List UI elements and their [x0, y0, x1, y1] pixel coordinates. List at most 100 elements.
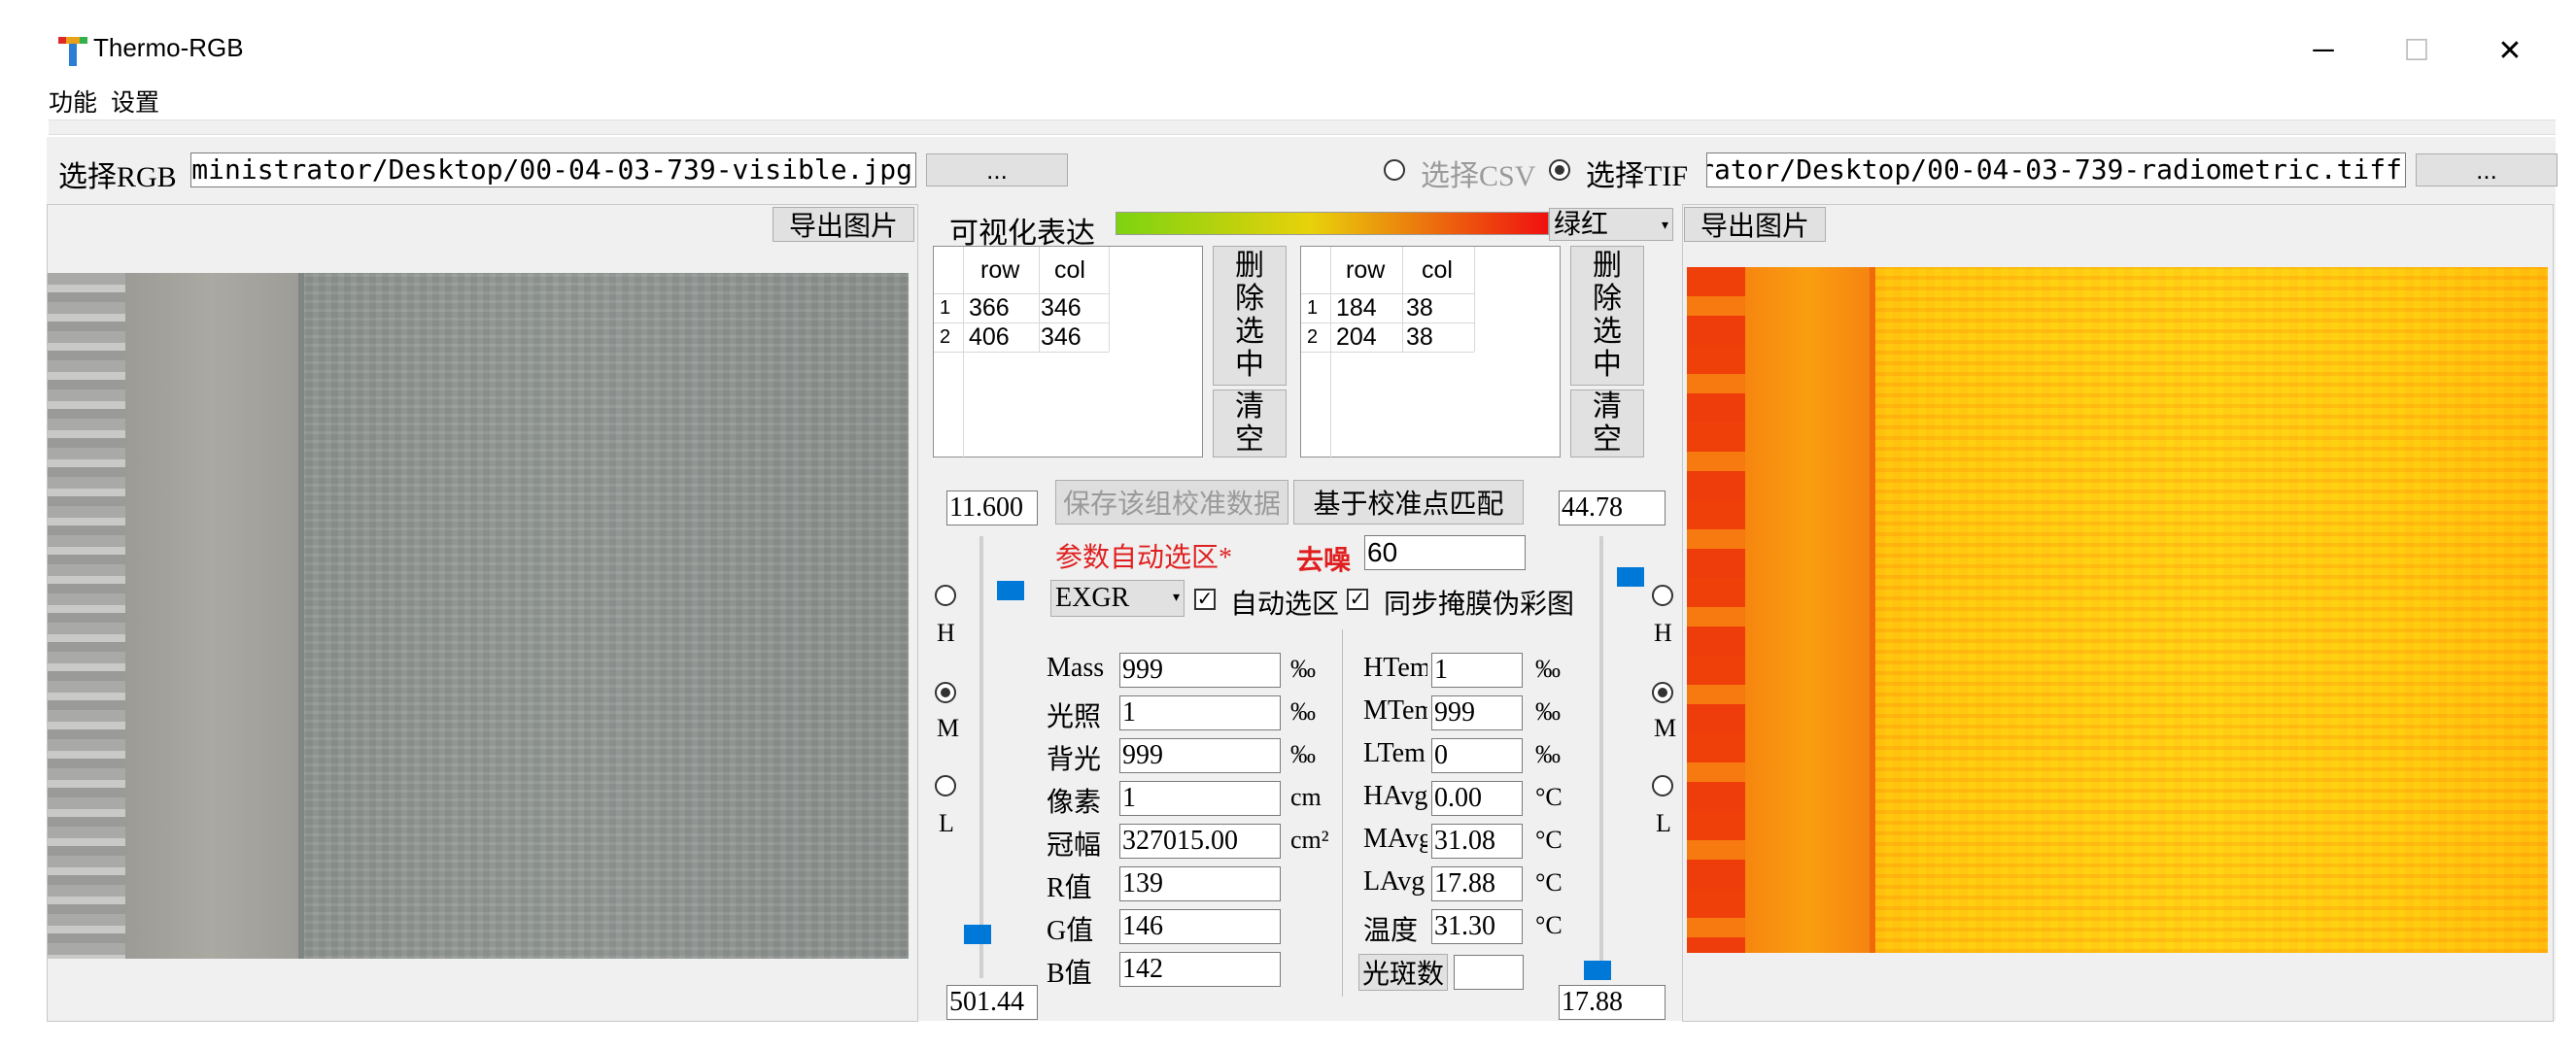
select-tif-radio[interactable] [1549, 159, 1570, 181]
params_right-label: LAvg [1363, 866, 1425, 897]
rgb-table-header-row: row [980, 256, 1020, 284]
right-radio-m[interactable] [1652, 682, 1673, 703]
maximize-button[interactable]: ☐ [2383, 29, 2451, 72]
params_right-unit: ‰ [1535, 655, 1561, 683]
params_left-unit: ‰ [1290, 655, 1316, 683]
match-calibration-button[interactable]: 基于校准点匹配 [1293, 480, 1524, 525]
params_left-unit: cm² [1290, 826, 1329, 854]
rgb-browse-button[interactable]: ... [926, 153, 1068, 186]
save-calibration-button[interactable]: 保存该组校准数据 [1055, 480, 1288, 525]
auto-select-checkbox[interactable]: ✓ [1194, 589, 1216, 610]
left-slider-lower-thumb[interactable] [964, 925, 991, 945]
select-rgb-label: 选择RGB [58, 161, 177, 193]
tif-browse-button[interactable]: ... [2416, 153, 2558, 186]
left-upper-value[interactable]: 11.600 [946, 491, 1038, 525]
rgb-row-1-col: 346 [1041, 294, 1082, 322]
params_right-unit: ‰ [1535, 697, 1561, 726]
export-rgb-button[interactable]: 导出图片 [773, 207, 914, 242]
left-radio-l[interactable] [935, 775, 956, 796]
params_right-unit: °C [1535, 868, 1563, 897]
rgb-row-2-col: 346 [1041, 323, 1082, 351]
params_left-input[interactable]: 327015.00 [1119, 824, 1281, 859]
left-slider-upper-thumb[interactable] [997, 580, 1024, 600]
params_left-input[interactable]: 1 [1119, 695, 1281, 730]
select-csv-radio[interactable] [1384, 159, 1405, 181]
minimize-button[interactable]: ─ [2289, 29, 2357, 72]
menu-item-settings[interactable]: 设置 [111, 84, 159, 117]
right-upper-value[interactable]: 44.78 [1559, 491, 1666, 525]
right-slider-lower-thumb[interactable] [1584, 960, 1611, 980]
rgb-image[interactable] [48, 273, 909, 959]
params_left-label: 冠幅 [1047, 830, 1102, 861]
params_left-input[interactable]: 999 [1119, 738, 1281, 773]
left-lower-value[interactable]: 501.44 [946, 985, 1038, 1020]
rgb-points-table[interactable]: row col 1 366 346 2 406 346 [933, 246, 1203, 458]
menu-item-functions[interactable]: 功能 [49, 84, 97, 117]
export-thermal-button[interactable]: 导出图片 [1684, 207, 1826, 242]
rgb-clear-button[interactable]: 清 空 [1213, 390, 1287, 457]
tif-points-table[interactable]: row col 1 184 38 2 204 38 [1300, 246, 1561, 458]
clear-char: 清 [1235, 390, 1264, 423]
tif-path-text: C:/Users/Administrator/Desktop/00-04-03-… [1707, 153, 2402, 186]
params_left-input[interactable]: 999 [1119, 653, 1281, 688]
spot-count-input[interactable] [1454, 955, 1524, 990]
left-radio-m[interactable] [935, 682, 956, 703]
right-radio-l-label: L [1656, 809, 1671, 837]
params_right-input[interactable]: 17.88 [1431, 866, 1523, 901]
clear-char: 清 [1593, 390, 1622, 423]
close-button[interactable]: ✕ [2476, 29, 2544, 72]
params_right-label: HTem [1363, 653, 1427, 683]
left-slider-track[interactable] [979, 536, 983, 978]
rgb-delete-selected-button[interactable]: 删 除 选 中 [1213, 246, 1287, 386]
tif-row-1-col: 38 [1406, 294, 1433, 322]
menu-bar: 功能 设置 [49, 84, 159, 117]
select-csv-label: 选择CSV [1421, 160, 1536, 192]
left-radio-h[interactable] [935, 585, 956, 606]
tif-delete-selected-button[interactable]: 删 除 选 中 [1570, 246, 1644, 386]
params_right-input[interactable]: 31.08 [1431, 824, 1523, 859]
auto-select-label: 自动选区 [1230, 589, 1340, 619]
params_left-input[interactable]: 146 [1119, 909, 1281, 944]
params_right-input[interactable]: 0.00 [1431, 781, 1523, 816]
tif-clear-button[interactable]: 清 空 [1570, 390, 1644, 457]
params_right-unit: ‰ [1535, 740, 1561, 768]
right-radio-l[interactable] [1652, 775, 1673, 796]
denoise-input[interactable]: 60 [1364, 535, 1526, 570]
params_left-label: 背光 [1047, 745, 1102, 775]
params_left-input[interactable]: 142 [1119, 952, 1281, 987]
rgb-table-header-col: col [1054, 256, 1085, 284]
index-select[interactable]: EXGR ▾ [1050, 580, 1185, 617]
params_right-input[interactable]: 31.30 [1431, 909, 1523, 944]
params_left-label: Mass [1047, 653, 1105, 683]
params_left-label: R值 [1047, 873, 1092, 903]
sync-mask-checkbox[interactable]: ✓ [1347, 589, 1368, 610]
params_right-input[interactable]: 999 [1431, 695, 1523, 730]
params_left-label: G值 [1047, 916, 1094, 946]
menu-separator [49, 119, 2556, 135]
right-lower-value[interactable]: 17.88 [1559, 985, 1666, 1020]
params_left-unit: cm [1290, 783, 1322, 811]
spot-count-button[interactable]: 光斑数 [1358, 954, 1448, 991]
params_right-label: LTem [1363, 738, 1425, 768]
thermal-image[interactable] [1687, 267, 2548, 953]
colormap-select[interactable]: 绿红 ▾ [1549, 208, 1673, 241]
select-tif-label: 选择TIF [1586, 160, 1688, 192]
params_right-input[interactable]: 1 [1431, 653, 1523, 688]
params_right-unit: °C [1535, 911, 1563, 939]
rgb-path-text: C:/Users/Administrator/Desktop/00-04-03-… [191, 153, 912, 186]
params_left-input[interactable]: 1 [1119, 781, 1281, 816]
right-radio-h[interactable] [1652, 585, 1673, 606]
right-radio-h-label: H [1654, 619, 1672, 647]
tif-path-input[interactable]: C:/Users/Administrator/Desktop/00-04-03-… [1706, 152, 2406, 187]
left-radio-l-label: L [939, 809, 954, 837]
tif-table-header-row: row [1346, 256, 1386, 284]
params_left-unit: ‰ [1290, 697, 1316, 726]
params_right-label: 温度 [1363, 916, 1419, 946]
rgb-path-input[interactable]: C:/Users/Administrator/Desktop/00-04-03-… [190, 152, 916, 187]
right-slider-track[interactable] [1599, 536, 1603, 978]
params_left-input[interactable]: 139 [1119, 866, 1281, 901]
delete-char: 选 [1593, 316, 1622, 348]
params_right-input[interactable]: 0 [1431, 738, 1523, 773]
right-slider-upper-thumb[interactable] [1617, 566, 1644, 587]
sync-mask-label: 同步掩膜伪彩图 [1384, 589, 1575, 619]
